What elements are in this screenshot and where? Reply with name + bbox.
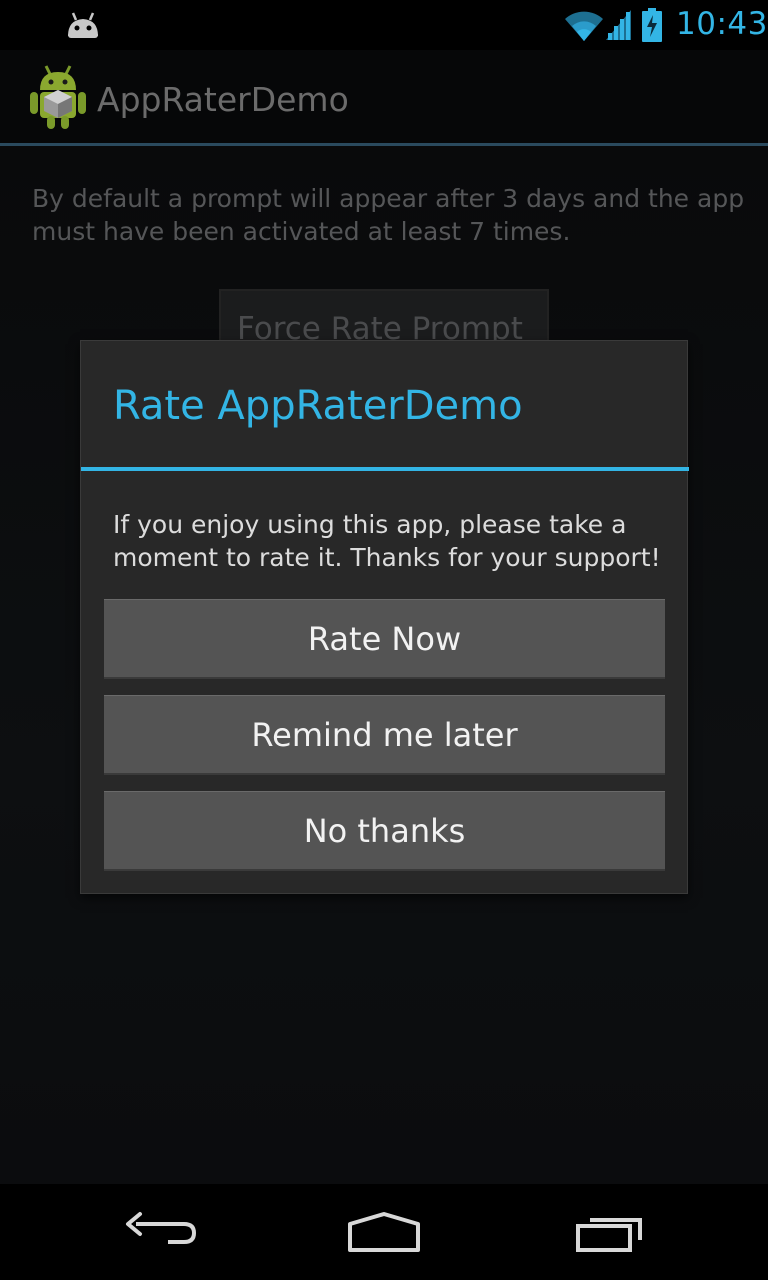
- recents-icon[interactable]: [560, 1206, 660, 1258]
- dialog-title: Rate AppRaterDemo: [113, 383, 523, 429]
- navigation-bar: [0, 1184, 768, 1280]
- clock: 10:43: [676, 6, 768, 42]
- rate-dialog: Rate AppRaterDemo If you enjoy using thi…: [80, 340, 689, 894]
- signal-icon: [606, 10, 631, 40]
- description-text: By default a prompt will appear after 3 …: [32, 184, 745, 246]
- title-divider: [81, 467, 689, 471]
- rate-now-button[interactable]: Rate Now: [104, 599, 665, 679]
- status-bar: 10:43: [0, 0, 768, 50]
- back-icon[interactable]: [110, 1206, 210, 1258]
- dialog-message: If you enjoy using this app, please take…: [113, 510, 661, 572]
- app-title: AppRaterDemo: [97, 80, 349, 119]
- battery-charging-icon: [642, 8, 662, 42]
- home-icon[interactable]: [334, 1206, 434, 1258]
- remind-me-later-button[interactable]: Remind me later: [104, 695, 665, 775]
- android-robot-icon: [30, 65, 86, 129]
- wifi-icon: [565, 11, 603, 41]
- android-notification-icon: [68, 12, 98, 38]
- no-thanks-button[interactable]: No thanks: [104, 791, 665, 871]
- action-bar: AppRaterDemo: [0, 50, 768, 146]
